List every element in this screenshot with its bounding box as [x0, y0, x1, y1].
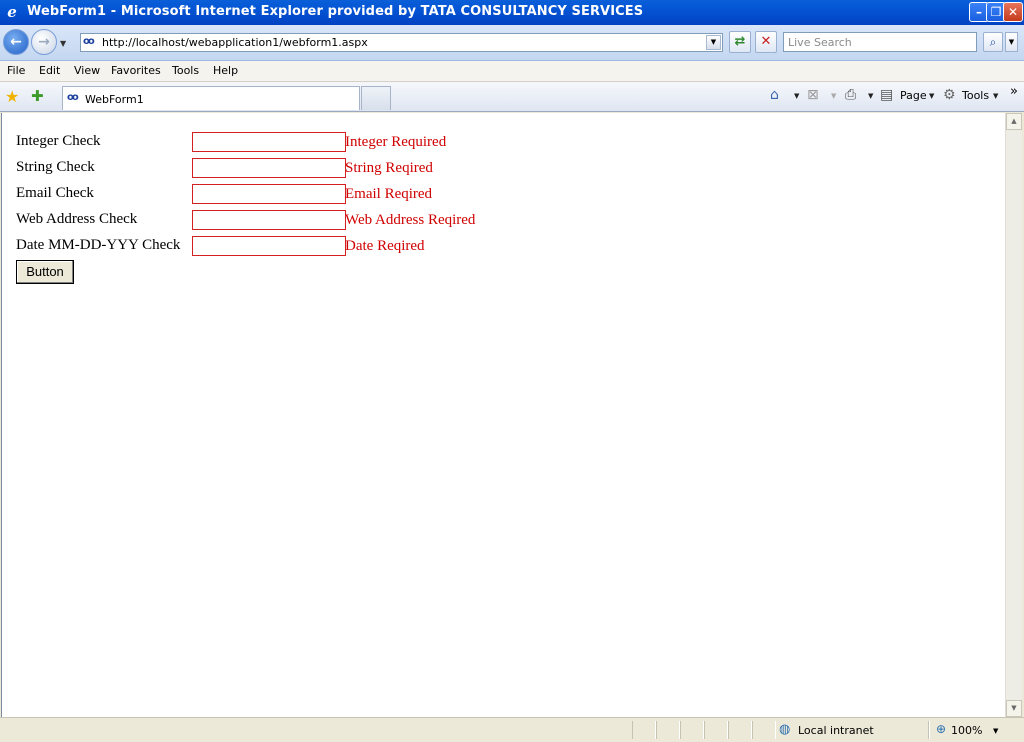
refresh-button[interactable]: ⇄ — [729, 31, 751, 53]
string-check-label: String Check — [16, 159, 95, 175]
integer-check-label: Integer Check — [16, 133, 101, 149]
email-check-input[interactable] — [192, 184, 346, 204]
forward-button[interactable]: → — [31, 29, 57, 55]
menu-edit[interactable]: Edit — [39, 64, 60, 77]
tools-menu-button[interactable]: Tools — [962, 89, 989, 102]
status-divider — [928, 721, 930, 739]
tab-label: WebForm1 — [85, 93, 144, 106]
chevron-more-icon[interactable]: » — [1010, 84, 1018, 99]
scroll-down-icon[interactable]: ▼ — [1006, 700, 1022, 717]
integer-check-input[interactable] — [192, 132, 346, 152]
menu-view[interactable]: View — [74, 64, 100, 77]
back-button[interactable]: ← — [3, 29, 29, 55]
page-menu-button[interactable]: Page — [900, 89, 927, 102]
recent-pages-dropdown-icon[interactable]: ▼ — [60, 39, 66, 48]
local-intranet-icon: ◍ — [779, 722, 791, 737]
internet-explorer-icon: e — [7, 3, 17, 21]
string-required-error: String Reqired — [345, 160, 433, 176]
vertical-scrollbar[interactable]: ▲ ▼ — [1005, 113, 1022, 717]
web-address-required-error: Web Address Reqired — [345, 212, 476, 228]
date-check-label: Date MM-DD-YYY Check — [16, 237, 181, 253]
stop-button[interactable]: ✕ — [755, 31, 777, 53]
status-panel — [632, 721, 656, 739]
date-required-error: Date Reqired — [345, 238, 425, 254]
status-panel — [704, 721, 728, 739]
feeds-icon[interactable]: ⊠ — [807, 87, 819, 103]
zoom-level[interactable]: 100% — [951, 724, 982, 737]
tab-bar: ★ ✚ oo WebForm1 ⌂ ▼ ⊠ ▼ ⎙ ▼ ▤ Page ▼ ⚙ T… — [0, 82, 1024, 112]
tools-dropdown-icon[interactable]: ▼ — [993, 92, 998, 100]
search-input[interactable]: Live Search — [783, 32, 977, 52]
page-favicon-icon: oo — [83, 36, 95, 47]
string-check-input[interactable] — [192, 158, 346, 178]
submit-button[interactable]: Button — [16, 260, 74, 284]
window-title: WebForm1 - Microsoft Internet Explorer p… — [27, 4, 644, 19]
page-icon: ▤ — [880, 87, 894, 103]
menu-bar: File Edit View Favorites Tools Help — [0, 61, 1024, 82]
integer-required-error: Integer Required — [345, 134, 447, 150]
security-zone-label[interactable]: Local intranet — [798, 724, 874, 737]
gear-icon: ⚙ — [943, 87, 956, 103]
menu-help[interactable]: Help — [213, 64, 238, 77]
print-icon[interactable]: ⎙ — [845, 87, 856, 103]
status-panel — [752, 721, 776, 739]
zoom-icon[interactable]: ⊕ — [936, 722, 946, 736]
menu-file[interactable]: File — [7, 64, 25, 77]
status-panel — [680, 721, 704, 739]
page-dropdown-icon[interactable]: ▼ — [929, 92, 934, 100]
address-dropdown-icon[interactable]: ▼ — [706, 35, 721, 50]
menu-favorites[interactable]: Favorites — [111, 64, 161, 77]
scroll-up-icon[interactable]: ▲ — [1006, 113, 1022, 130]
status-panel — [728, 721, 752, 739]
close-window-button[interactable]: ✕ — [1003, 2, 1023, 22]
home-icon[interactable]: ⌂ — [770, 87, 779, 103]
feeds-dropdown-icon[interactable]: ▼ — [831, 92, 836, 100]
page-content: Integer Check Integer Required String Ch… — [1, 113, 1005, 717]
search-icon[interactable]: ⌕ — [983, 32, 1003, 52]
address-bar[interactable]: oo http://localhost/webapplication1/webf… — [80, 33, 723, 52]
address-url[interactable]: http://localhost/webapplication1/webform… — [102, 36, 368, 49]
tab-webform1[interactable]: oo WebForm1 — [62, 86, 360, 110]
menu-tools[interactable]: Tools — [172, 64, 199, 77]
title-bar: e WebForm1 - Microsoft Internet Explorer… — [0, 0, 1024, 25]
status-panel — [656, 721, 680, 739]
email-check-label: Email Check — [16, 185, 94, 201]
zoom-dropdown-icon[interactable]: ▼ — [993, 727, 998, 735]
status-bar: ◍ Local intranet ⊕ 100% ▼ — [0, 717, 1024, 742]
email-required-error: Email Reqired — [345, 186, 433, 202]
search-options-dropdown-icon[interactable]: ▼ — [1005, 32, 1018, 52]
print-dropdown-icon[interactable]: ▼ — [868, 92, 873, 100]
browser-window: e WebForm1 - Microsoft Internet Explorer… — [0, 0, 1024, 742]
date-check-input[interactable] — [192, 236, 346, 256]
home-dropdown-icon[interactable]: ▼ — [794, 92, 799, 100]
add-to-favorites-icon[interactable]: ✚ — [31, 87, 44, 105]
new-tab-button[interactable] — [361, 86, 391, 110]
web-address-check-label: Web Address Check — [16, 211, 138, 227]
favorites-center-icon[interactable]: ★ — [5, 87, 19, 106]
web-address-check-input[interactable] — [192, 210, 346, 230]
tab-favicon-icon: oo — [67, 92, 79, 103]
